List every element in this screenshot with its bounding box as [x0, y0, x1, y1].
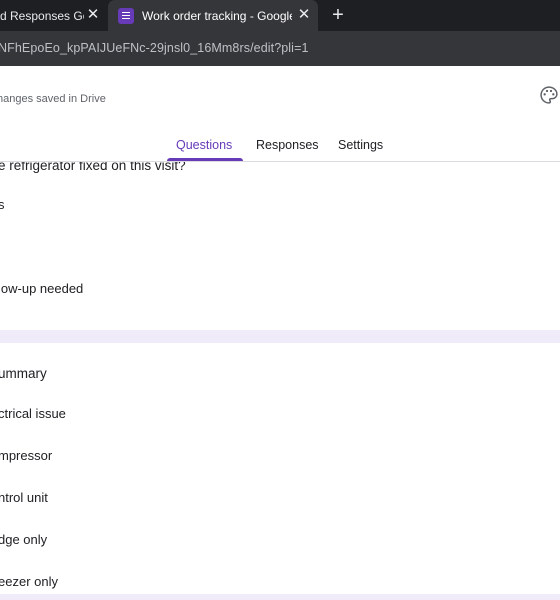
close-icon[interactable]: ✕ [297, 7, 311, 22]
browser-tab-strip: d Responses Goo ✕ Work order tracking - … [0, 0, 560, 31]
tab-settings[interactable]: Settings [338, 138, 383, 152]
tab-title: d Responses Goo [0, 8, 84, 23]
palette-icon[interactable] [539, 85, 559, 105]
active-tab-indicator [167, 158, 243, 161]
new-tab-button[interactable]: + [328, 5, 348, 25]
tab-responses[interactable]: Responses [256, 138, 319, 152]
url-text[interactable]: NFhEpoEo_kpPAIJUeFNc-29jnsl0_16Mm8rs/edi… [0, 41, 309, 55]
option-label[interactable]: eezer only [0, 574, 58, 589]
tab-title: Work order tracking - Google Forms [142, 8, 292, 23]
option-label[interactable]: ctrical issue [0, 406, 66, 421]
address-bar[interactable]: NFhEpoEo_kpPAIJUeFNc-29jnsl0_16Mm8rs/edi… [0, 31, 560, 66]
question-title[interactable]: ummary [0, 366, 47, 381]
question-card[interactable]: e refrigerator fixed on this visit? s lo… [0, 162, 560, 330]
question-title[interactable]: e refrigerator fixed on this visit? [0, 162, 186, 173]
option-label[interactable]: s [0, 197, 5, 212]
save-status: hanges saved in Drive [0, 93, 106, 105]
option-label[interactable]: ntrol unit [0, 490, 48, 505]
form-content: e refrigerator fixed on this visit? s lo… [0, 162, 560, 600]
tab-questions[interactable]: Questions [176, 138, 232, 152]
forms-header: hanges saved in Drive Questions Response… [0, 66, 560, 162]
option-label[interactable]: mpressor [0, 448, 52, 463]
browser-tab-work-order[interactable]: Work order tracking - Google Forms [108, 0, 318, 31]
question-card[interactable]: ummary ctrical issue mpressor ntrol unit… [0, 343, 560, 594]
option-label[interactable]: low-up needed [0, 281, 83, 296]
forms-favicon-icon [118, 7, 134, 24]
option-label[interactable]: dge only [0, 532, 47, 547]
close-icon[interactable]: ✕ [86, 7, 100, 22]
